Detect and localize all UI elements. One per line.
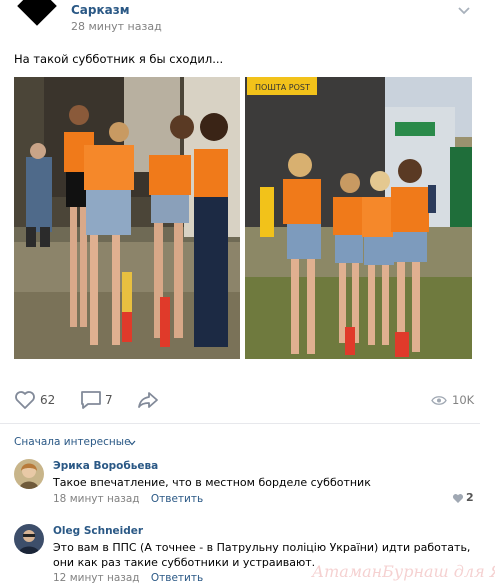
comment-time[interactable]: 18 минут назад xyxy=(53,493,140,505)
post-time[interactable]: 28 минут назад xyxy=(71,20,162,33)
comment-like-count: 2 xyxy=(466,491,474,504)
avatar[interactable] xyxy=(14,524,44,554)
chevron-down-icon[interactable] xyxy=(128,440,136,446)
comment-meta: 12 минут назад Ответить xyxy=(53,572,203,584)
share-icon[interactable] xyxy=(137,391,159,409)
group-avatar[interactable] xyxy=(17,0,57,40)
comment-author[interactable]: Эрика Воробьева xyxy=(53,460,158,472)
comment-meta: 18 минут назад Ответить xyxy=(53,493,203,505)
heart-icon[interactable] xyxy=(452,493,464,504)
comment-text: Такое впечатление, что в местном борделе… xyxy=(53,476,371,489)
reply-button[interactable]: Ответить xyxy=(151,493,203,505)
watermark: АтаманБурнаш для ЯП xyxy=(312,562,495,581)
post-stats: 62 7 10K xyxy=(0,386,495,414)
photo-post-office-scene: ПОШТА POST xyxy=(245,77,472,359)
divider xyxy=(0,423,480,424)
chevron-down-icon[interactable] xyxy=(457,6,471,16)
post-header: Сарказм 28 минут назад xyxy=(0,0,495,40)
like-count: 62 xyxy=(40,393,56,407)
comment-sort-dropdown[interactable]: Сначала интересные xyxy=(14,436,131,448)
post-photo-2[interactable]: ПОШТА POST xyxy=(245,77,472,359)
post-text: На такой субботник я бы сходил... xyxy=(14,52,224,66)
eye-icon xyxy=(431,396,447,405)
photo-street-scene xyxy=(14,77,240,359)
post-office-sign: ПОШТА POST xyxy=(255,83,310,92)
comment-time[interactable]: 12 минут назад xyxy=(53,572,140,584)
avatar[interactable] xyxy=(14,459,44,489)
diamond-logo-icon xyxy=(17,0,57,26)
post-photo-1[interactable] xyxy=(14,77,240,359)
comment-count: 7 xyxy=(105,393,113,407)
group-name[interactable]: Сарказм xyxy=(71,3,130,17)
comment-icon[interactable] xyxy=(80,390,102,410)
reply-button[interactable]: Ответить xyxy=(151,572,203,584)
heart-icon[interactable] xyxy=(14,390,36,410)
comment-author[interactable]: Oleg Schneider xyxy=(53,525,143,537)
view-count: 10K xyxy=(452,393,475,407)
